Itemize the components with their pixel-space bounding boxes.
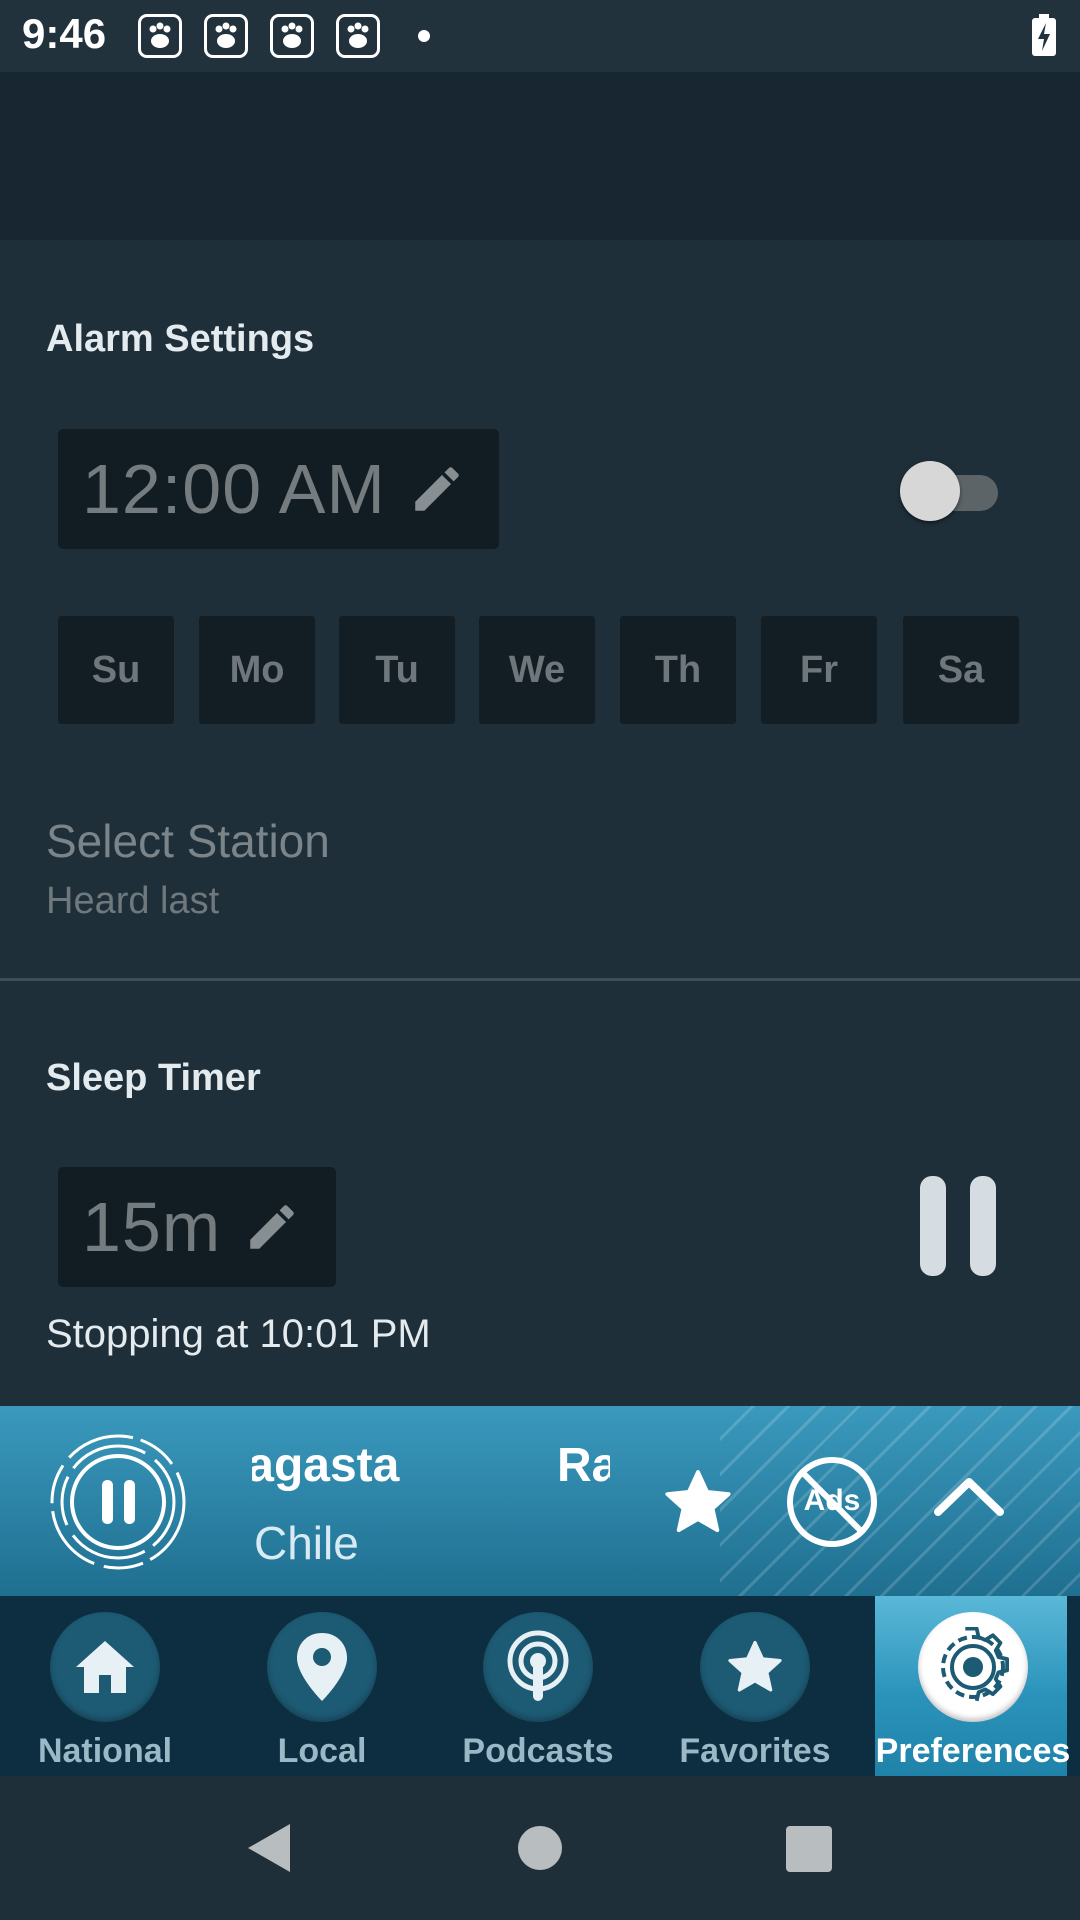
- tab-national[interactable]: National: [7, 1596, 203, 1776]
- status-time: 9:46: [22, 10, 107, 57]
- tab-preferences[interactable]: Preferences: [875, 1596, 1070, 1776]
- home-nav-icon[interactable]: [518, 1826, 562, 1870]
- station-name: Antofagasta Ra: [252, 1438, 610, 1498]
- stopping-text: Stopping at 10:01 PM: [46, 1312, 431, 1356]
- tab-label: Preferences: [875, 1732, 1071, 1770]
- pause-bar: [920, 1176, 946, 1276]
- day-button-mo[interactable]: Mo: [199, 616, 315, 724]
- sleep-timer-pause-button[interactable]: [916, 1176, 996, 1276]
- favorite-star-icon[interactable]: [660, 1464, 736, 1540]
- chevron-up-icon[interactable]: [932, 1468, 1006, 1528]
- location-pin-icon: [267, 1612, 377, 1722]
- alarm-time-field[interactable]: 12:00 AM: [58, 429, 499, 549]
- day-button-th[interactable]: Th: [620, 616, 736, 724]
- day-button-su[interactable]: Su: [58, 616, 174, 724]
- bottom-tab-bar: National Local Podcasts Favorites Prefer…: [0, 1596, 1080, 1776]
- alarm-time-value: 12:00 AM: [82, 450, 386, 528]
- baidu-paw-icon: [204, 14, 248, 58]
- star-icon: [700, 1612, 810, 1722]
- app-bar: [0, 72, 1080, 240]
- battery-charging-icon: [1032, 14, 1056, 56]
- day-button-sa[interactable]: Sa: [903, 616, 1019, 724]
- sleep-timer-field[interactable]: 15m: [58, 1167, 336, 1287]
- toggle-thumb: [900, 461, 960, 521]
- mini-player[interactable]: Antofagasta Ra Chile Ads: [0, 1406, 1080, 1596]
- day-selector: Su Mo Tu We Th Fr Sa: [58, 616, 1020, 724]
- sleep-timer-value: 15m: [82, 1188, 222, 1266]
- baidu-paw-icon: [270, 14, 314, 58]
- edit-pencil-icon: [415, 467, 459, 511]
- no-ads-icon[interactable]: Ads: [784, 1454, 880, 1550]
- system-nav-bar: [0, 1776, 1080, 1920]
- gear-icon: [918, 1612, 1028, 1722]
- baidu-paw-icon: [138, 14, 182, 58]
- select-station-label[interactable]: Select Station: [46, 814, 330, 868]
- day-button-fr[interactable]: Fr: [761, 616, 877, 724]
- player-stripes: [720, 1406, 1080, 1596]
- select-station-value: Heard last: [46, 880, 220, 922]
- tab-label: Podcasts: [462, 1732, 614, 1770]
- alarm-toggle[interactable]: [900, 461, 1000, 521]
- status-bar: 9:46: [0, 0, 1080, 72]
- recents-icon[interactable]: [786, 1826, 832, 1872]
- divider: [0, 978, 1080, 981]
- edit-pencil-icon: [250, 1205, 294, 1249]
- pause-bar: [970, 1176, 996, 1276]
- tab-local[interactable]: Local: [224, 1596, 420, 1776]
- podcast-icon: [483, 1612, 593, 1722]
- baidu-paw-icon: [336, 14, 380, 58]
- tab-favorites[interactable]: Favorites: [657, 1596, 853, 1776]
- tab-label: Local: [277, 1732, 367, 1770]
- station-name-text: Antofagasta: [252, 1439, 400, 1492]
- tab-label: Favorites: [679, 1732, 831, 1770]
- notification-dot-icon: [418, 30, 430, 42]
- tab-label: National: [37, 1732, 173, 1770]
- station-name-text-next: Ra: [557, 1439, 610, 1492]
- no-ads-label: Ads: [803, 1484, 861, 1517]
- back-icon[interactable]: [244, 1822, 292, 1874]
- station-location: Chile: [254, 1517, 359, 1569]
- home-icon: [50, 1612, 160, 1722]
- day-button-tu[interactable]: Tu: [339, 616, 455, 724]
- play-pause-icon[interactable]: [46, 1430, 190, 1574]
- sleep-timer-title: Sleep Timer: [46, 1057, 261, 1099]
- day-button-we[interactable]: We: [479, 616, 595, 724]
- tab-podcasts[interactable]: Podcasts: [440, 1596, 636, 1776]
- alarm-settings-title: Alarm Settings: [46, 318, 315, 360]
